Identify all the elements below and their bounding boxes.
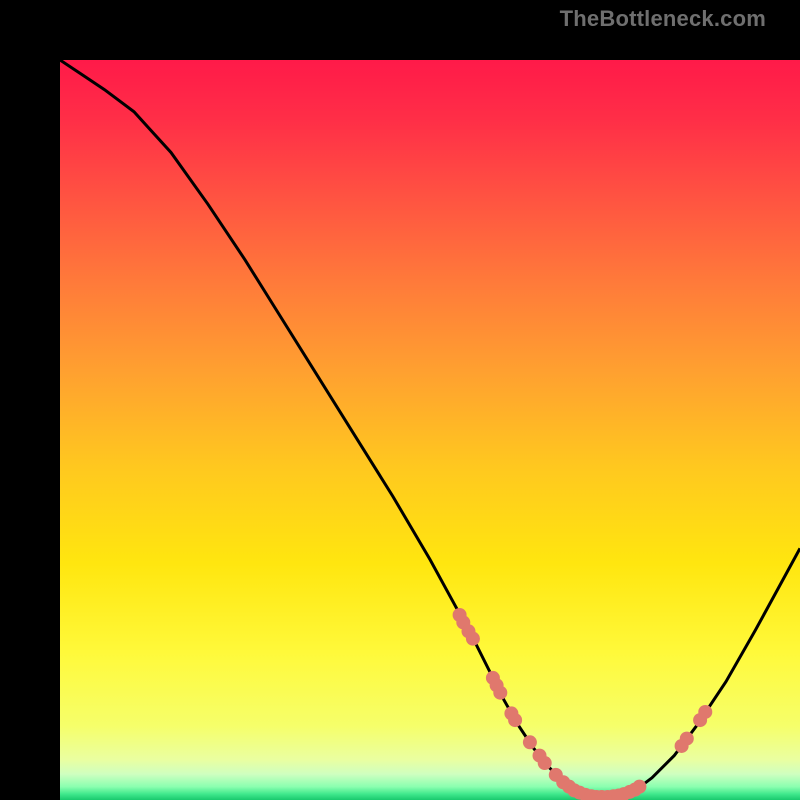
chart-marker [466, 632, 480, 646]
chart-background [60, 60, 800, 800]
chart-marker [523, 735, 537, 749]
chart-marker [680, 732, 694, 746]
chart-svg [60, 60, 800, 800]
chart-marker [632, 780, 646, 794]
chart-frame [30, 30, 770, 770]
chart-marker [508, 713, 522, 727]
chart-marker [698, 705, 712, 719]
chart-marker [493, 686, 507, 700]
watermark-text: TheBottleneck.com [560, 6, 766, 32]
chart-marker [538, 756, 552, 770]
